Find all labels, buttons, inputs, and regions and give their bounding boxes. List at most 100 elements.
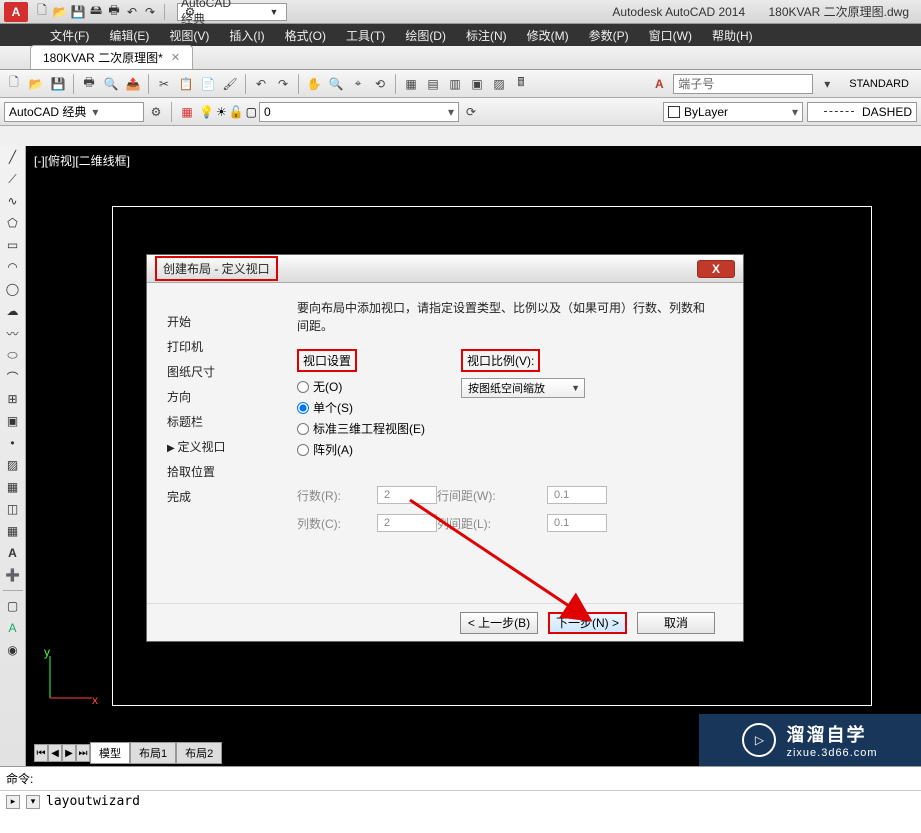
sun-icon[interactable]: ☀ <box>216 105 227 119</box>
tab-prev-icon[interactable]: ◀ <box>48 744 62 762</box>
viewport-scale-select[interactable]: 按图纸空间缩放 <box>461 378 585 398</box>
arc-icon[interactable]: ◠ <box>3 258 23 276</box>
menu-edit[interactable]: 编辑(E) <box>99 24 159 46</box>
layer-manager-icon[interactable]: ▦ <box>177 102 197 122</box>
properties-button[interactable]: ▦ <box>401 74 421 94</box>
mtext2-icon[interactable]: A <box>3 619 23 637</box>
radio-single[interactable]: 单个(S) <box>297 399 425 416</box>
open-button[interactable]: 📂 <box>26 74 46 94</box>
back-button[interactable]: < 上一步(B) <box>460 612 538 634</box>
menu-draw[interactable]: 绘图(D) <box>395 24 456 46</box>
spline2-icon[interactable]: 〰 <box>3 324 23 342</box>
pan-button[interactable]: ✋ <box>304 74 324 94</box>
menu-tools[interactable]: 工具(T) <box>336 24 395 46</box>
gradient-icon[interactable]: ▦ <box>3 478 23 496</box>
nav-finish[interactable]: 完成 <box>167 486 297 507</box>
dialog-titlebar[interactable]: 创建布局 - 定义视口 X <box>147 255 743 283</box>
point-icon[interactable]: • <box>3 434 23 452</box>
quick-access-toolbar[interactable]: 🗋 📂 💾 🖴 🖶 ↶ ↷ ⚙ AutoCAD 经典 ▼ <box>34 3 287 21</box>
rectangle-icon[interactable]: ▭ <box>3 236 23 254</box>
radio-array[interactable]: 阵列(A) <box>297 441 425 458</box>
revcloud-icon[interactable]: ☁ <box>3 302 23 320</box>
text-style-icon[interactable]: A <box>649 74 669 94</box>
block-icon[interactable]: ▢ <box>3 597 23 615</box>
layer-combo[interactable]: 0 ▾ <box>259 102 459 122</box>
polygon-icon[interactable]: ⬠ <box>3 214 23 232</box>
nav-viewports[interactable]: 定义视口 <box>167 436 297 457</box>
menu-help[interactable]: 帮助(H) <box>702 24 763 46</box>
command-input-text[interactable]: layoutwizard <box>46 794 140 809</box>
menu-parametric[interactable]: 参数(P) <box>579 24 639 46</box>
tab-layout1[interactable]: 布局1 <box>130 742 176 764</box>
gear-icon[interactable]: ⚙ <box>146 102 166 122</box>
menu-modify[interactable]: 修改(M) <box>517 24 579 46</box>
text-style-dropdown-icon[interactable]: ▾ <box>817 74 837 94</box>
close-tab-icon[interactable]: ✕ <box>171 51 180 64</box>
open-icon[interactable]: 📂 <box>52 4 68 20</box>
paste-button[interactable]: 📄 <box>198 74 218 94</box>
mtext-icon[interactable]: A <box>3 544 23 562</box>
quickcalc-button[interactable]: 🖩 <box>511 74 531 94</box>
new-icon[interactable]: 🗋 <box>34 4 50 20</box>
hatch-icon[interactable]: ▨ <box>3 456 23 474</box>
document-tab[interactable]: 180KVAR 二次原理图* ✕ <box>30 45 193 69</box>
ellipse-icon[interactable]: ⬭ <box>3 346 23 364</box>
row-spacing-input[interactable]: 0.1 <box>547 486 607 504</box>
color-combo[interactable]: ByLayer ▾ <box>663 102 803 122</box>
layer-match-icon[interactable]: ⟳ <box>461 102 481 122</box>
command-recent-icon[interactable]: ▾ <box>26 795 40 809</box>
cut-button[interactable]: ✂ <box>154 74 174 94</box>
insert-block-icon[interactable]: ⊞ <box>3 390 23 408</box>
save-icon[interactable]: 💾 <box>70 4 86 20</box>
region-icon[interactable]: ◫ <box>3 500 23 518</box>
tool-palettes-button[interactable]: ▥ <box>445 74 465 94</box>
tab-first-icon[interactable]: ⏮ <box>34 744 48 762</box>
saveas-icon[interactable]: 🖴 <box>88 4 104 20</box>
command-input-row[interactable]: ▸ ▾ layoutwizard <box>0 790 921 812</box>
redo-icon[interactable]: ↷ <box>142 4 158 20</box>
match-button[interactable]: 🖌 <box>220 74 240 94</box>
workspace-search[interactable]: ⚙ AutoCAD 经典 ▼ <box>177 3 287 21</box>
nav-titleblock[interactable]: 标题栏 <box>167 411 297 432</box>
line-icon[interactable]: ╱ <box>3 148 23 166</box>
zoom-window-button[interactable]: ⌖ <box>348 74 368 94</box>
next-button[interactable]: 下一步(N) > <box>548 612 627 634</box>
menu-view[interactable]: 视图(V) <box>159 24 219 46</box>
tab-model[interactable]: 模型 <box>90 742 130 764</box>
menu-insert[interactable]: 插入(I) <box>219 24 274 46</box>
undo-icon[interactable]: ↶ <box>124 4 140 20</box>
zoom-prev-button[interactable]: ⟲ <box>370 74 390 94</box>
make-block-icon[interactable]: ▣ <box>3 412 23 430</box>
designcenter-button[interactable]: ▤ <box>423 74 443 94</box>
polyline-icon[interactable]: ⟋ <box>3 170 23 188</box>
markup-button[interactable]: ▨ <box>489 74 509 94</box>
circle-icon[interactable]: ◯ <box>3 280 23 298</box>
ellipse-arc-icon[interactable]: ⌒ <box>3 368 23 386</box>
tab-layout2[interactable]: 布局2 <box>176 742 222 764</box>
nav-orientation[interactable]: 方向 <box>167 386 297 407</box>
nav-printer[interactable]: 打印机 <box>167 336 297 357</box>
linetype-combo[interactable]: DASHED <box>807 102 917 122</box>
new-button[interactable]: 🗋 <box>4 74 24 94</box>
rows-input[interactable]: 2 <box>377 486 437 504</box>
text-style-field[interactable]: 端子号 <box>673 74 813 94</box>
preview-button[interactable]: 🔍 <box>101 74 121 94</box>
command-history-icon[interactable]: ▸ <box>6 795 20 809</box>
table-icon[interactable]: ▦ <box>3 522 23 540</box>
copy-button[interactable]: 📋 <box>176 74 196 94</box>
lock-icon[interactable]: 🔓 <box>229 105 244 119</box>
radio-none[interactable]: 无(O) <box>297 378 425 395</box>
zoom-button[interactable]: 🔍 <box>326 74 346 94</box>
menu-format[interactable]: 格式(O) <box>275 24 336 46</box>
menu-file[interactable]: 文件(F) <box>40 24 99 46</box>
redo-button[interactable]: ↷ <box>273 74 293 94</box>
col-spacing-input[interactable]: 0.1 <box>547 514 607 532</box>
undo-button[interactable]: ↶ <box>251 74 271 94</box>
save-button[interactable]: 💾 <box>48 74 68 94</box>
command-line[interactable]: 命令: ▸ ▾ layoutwizard <box>0 766 921 833</box>
workspace-combo[interactable]: AutoCAD 经典 ▾ <box>4 102 144 122</box>
publish-button[interactable]: 📤 <box>123 74 143 94</box>
tab-last-icon[interactable]: ⏭ <box>76 744 90 762</box>
menu-dimension[interactable]: 标注(N) <box>456 24 517 46</box>
addselected-icon[interactable]: ➕ <box>3 566 23 584</box>
